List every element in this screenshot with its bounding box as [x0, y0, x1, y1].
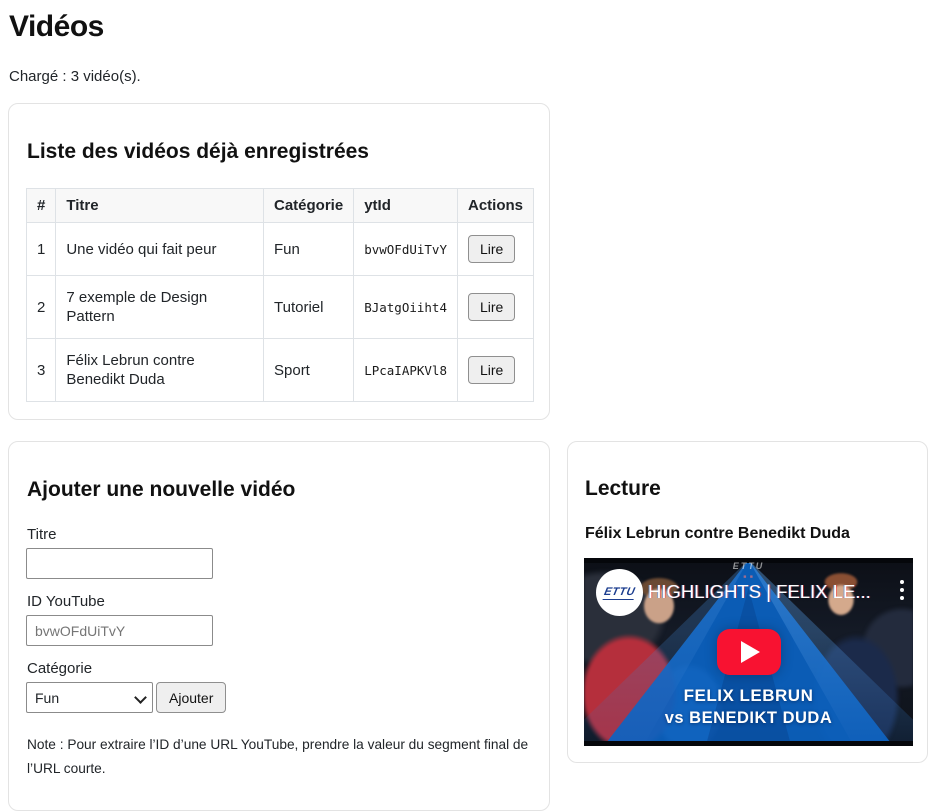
play-icon	[741, 641, 760, 663]
categorie-label: Catégorie	[27, 660, 93, 677]
youtube-player[interactable]: ETTU ■ ■ ETTU HIGHLIGHTS | FELIX LE... F…	[584, 558, 913, 746]
cell-titre: Une vidéo qui fait peur	[55, 222, 264, 276]
player-heading: Lecture	[585, 477, 661, 500]
cell-titre: Félix Lebrun contre Benedikt Duda	[55, 338, 264, 402]
cell-num: 3	[25, 338, 57, 402]
lire-button[interactable]: Lire	[467, 293, 516, 321]
ytid-label: ID YouTube	[27, 593, 105, 610]
cell-num: 1	[25, 222, 57, 276]
col-header-titre: Titre	[55, 188, 264, 223]
note-text: Note : Pour extraire l’ID d’une URL YouT…	[27, 737, 529, 776]
col-header-num: #	[25, 188, 57, 223]
cell-titre: 7 exemple de Design Pattern	[55, 275, 264, 339]
thumbnail-caption: FELIX LEBRUN vs BENEDIKT DUDA	[664, 686, 833, 727]
lire-button[interactable]: Lire	[467, 356, 516, 384]
playing-video-title: Félix Lebrun contre Benedikt Duda	[585, 525, 850, 542]
titre-input[interactable]	[26, 548, 213, 579]
cell-num: 2	[25, 275, 57, 339]
col-header-actions: Actions	[456, 188, 535, 223]
ytid-input[interactable]	[26, 615, 213, 646]
cell-ytid: bvwOFdUiTvY	[353, 222, 458, 276]
table-row: 2 7 exemple de Design Pattern Tutoriel B…	[25, 275, 535, 339]
categorie-select[interactable]: Fun	[26, 682, 153, 713]
table-header-row: # Titre Catégorie ytId Actions	[25, 188, 535, 223]
letterbox-bottom	[584, 741, 913, 746]
cell-actions: Lire	[456, 222, 535, 276]
cell-categorie: Sport	[262, 338, 355, 402]
video-table: # Titre Catégorie ytId Actions 1 Une vid…	[25, 188, 535, 402]
cell-categorie: Tutoriel	[262, 275, 355, 339]
titre-label: Titre	[27, 526, 57, 543]
cell-ytid: LPcaIAPKVl8	[353, 338, 458, 402]
cell-categorie: Fun	[262, 222, 355, 276]
col-header-ytid: ytId	[353, 188, 458, 223]
ajouter-button[interactable]: Ajouter	[156, 682, 227, 713]
col-header-categorie: Catégorie	[262, 188, 355, 223]
cell-actions: Lire	[456, 338, 535, 402]
table-row: 3 Félix Lebrun contre Benedikt Duda Spor…	[25, 338, 535, 402]
kebab-menu-icon[interactable]	[900, 580, 904, 604]
add-video-card: Ajouter une nouvelle vidéo Titre ID YouT…	[8, 441, 550, 811]
cell-actions: Lire	[456, 275, 535, 339]
player-card: Lecture Félix Lebrun contre Benedikt Dud…	[567, 441, 928, 763]
video-list-heading: Liste des vidéos déjà enregistrées	[27, 140, 369, 163]
cell-ytid: BJatgOiiht4	[353, 275, 458, 339]
load-status: Chargé : 3 vidéo(s).	[9, 68, 141, 85]
page-title: Vidéos	[9, 10, 104, 43]
lire-button[interactable]: Lire	[467, 235, 516, 263]
video-overlay-title[interactable]: HIGHLIGHTS | FELIX LE...	[648, 581, 874, 603]
table-row: 1 Une vidéo qui fait peur Fun bvwOFdUiTv…	[25, 222, 535, 276]
add-video-heading: Ajouter une nouvelle vidéo	[27, 478, 296, 501]
play-button[interactable]	[716, 629, 781, 675]
video-list-card: Liste des vidéos déjà enregistrées # Tit…	[8, 103, 550, 420]
ettu-logo: ETTU	[596, 569, 643, 616]
